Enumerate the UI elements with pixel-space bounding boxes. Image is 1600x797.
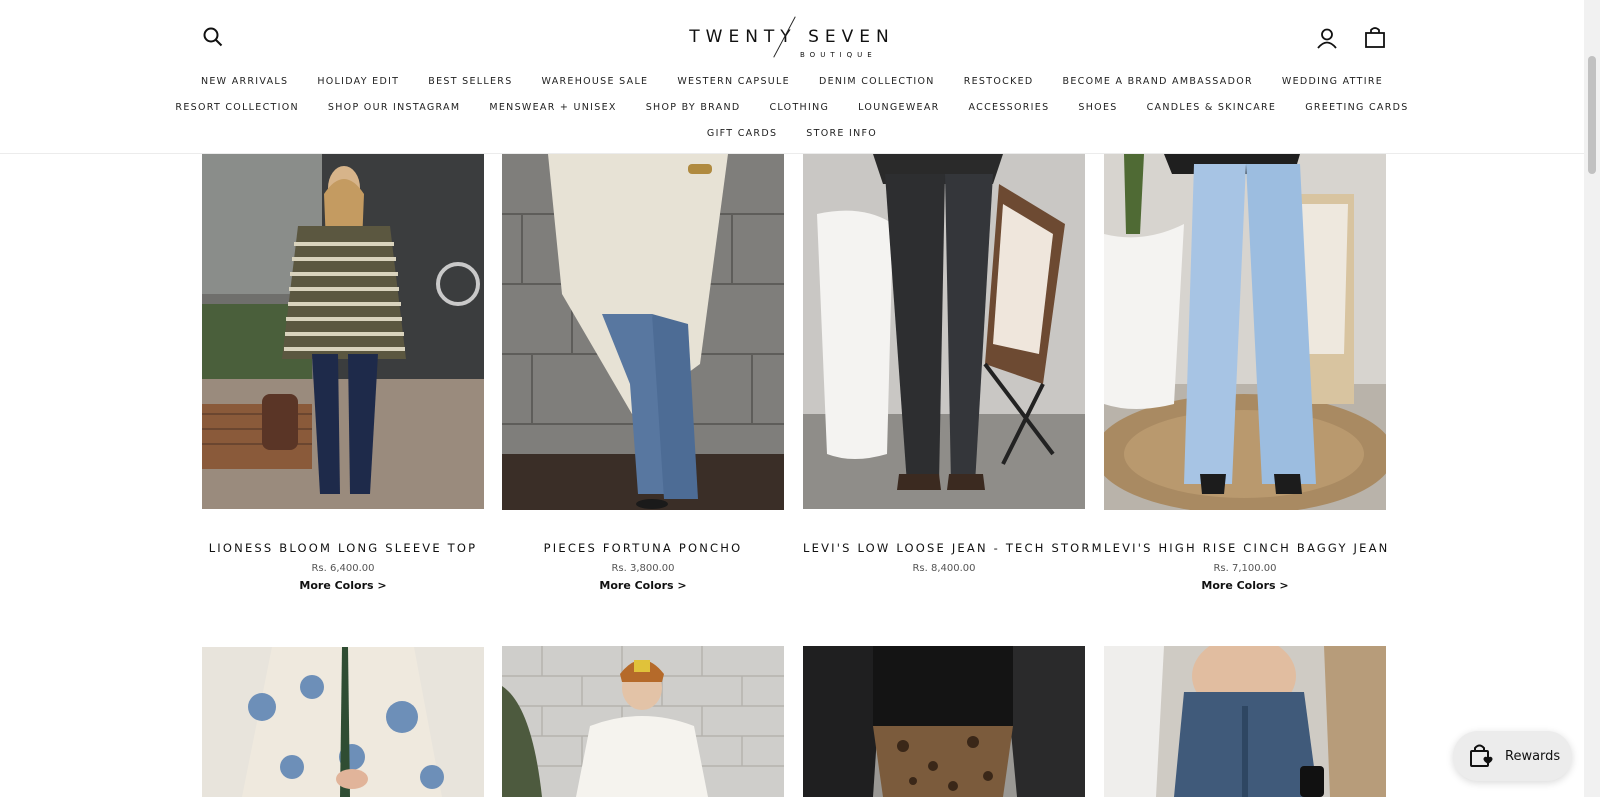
nav-item-wedding-attire[interactable]: WEDDING ATTIRE <box>1267 76 1397 87</box>
product-price: Rs. 8,400.00 <box>912 563 976 574</box>
brand-subtitle: BOUTIQUE <box>800 51 877 59</box>
rewards-button[interactable]: Rewards <box>1453 731 1572 781</box>
user-icon <box>1317 28 1337 49</box>
product-title[interactable]: PIECES FORTUNA PONCHO <box>502 541 784 555</box>
product-price: Rs. 6,400.00 <box>311 563 375 574</box>
brand-name: TWENTY SEVEN <box>689 27 895 47</box>
nav-item-western-capsule[interactable]: WESTERN CAPSULE <box>663 76 805 87</box>
nav-row: NEW ARRIVALS HOLIDAY EDIT BEST SELLERS W… <box>0 68 1584 94</box>
nav-item-new-arrivals[interactable]: NEW ARRIVALS <box>186 76 302 87</box>
more-colors-link[interactable]: More Colors > <box>202 579 484 592</box>
product-price: Rs. 3,800.00 <box>611 563 675 574</box>
nav-row: RESORT COLLECTION SHOP OUR INSTAGRAM MEN… <box>0 94 1584 120</box>
product-image[interactable] <box>502 646 784 797</box>
cart-button[interactable] <box>1360 22 1390 52</box>
main-navigation: NEW ARRIVALS HOLIDAY EDIT BEST SELLERS W… <box>0 68 1584 146</box>
nav-item-menswear-unisex[interactable]: MENSWEAR + UNISEX <box>475 102 631 113</box>
shopping-bag-icon <box>1365 27 1385 48</box>
more-colors-link[interactable]: More Colors > <box>1104 579 1386 592</box>
search-icon <box>203 27 223 47</box>
scrollbar-thumb[interactable] <box>1588 56 1596 174</box>
product-image[interactable] <box>1104 646 1386 797</box>
nav-item-denim-collection[interactable]: DENIM COLLECTION <box>804 76 949 87</box>
nav-item-store-info[interactable]: STORE INFO <box>792 128 892 139</box>
product-image[interactable] <box>502 154 784 510</box>
nav-row: GIFT CARDS STORE INFO <box>0 120 1584 146</box>
search-button[interactable] <box>200 24 226 50</box>
nav-item-restocked[interactable]: RESTOCKED <box>949 76 1048 87</box>
product-title[interactable]: LIONESS BLOOM LONG SLEEVE TOP <box>202 541 484 555</box>
product-image[interactable] <box>803 646 1085 797</box>
product-image[interactable] <box>202 647 484 797</box>
account-button[interactable] <box>1313 24 1341 52</box>
nav-item-greeting-cards[interactable]: GREETING CARDS <box>1291 102 1423 113</box>
nav-item-gift-cards[interactable]: GIFT CARDS <box>692 128 791 139</box>
nav-item-warehouse-sale[interactable]: WAREHOUSE SALE <box>527 76 663 87</box>
rewards-label: Rewards <box>1505 748 1561 764</box>
product-title[interactable]: LEVI'S HIGH RISE CINCH BAGGY JEAN <box>1104 541 1387 555</box>
nav-item-clothing[interactable]: CLOTHING <box>755 102 844 113</box>
nav-item-resort-collection[interactable]: RESORT COLLECTION <box>161 102 313 113</box>
site-header: TWENTY SEVEN BOUTIQUE NEW ARRIVALS HOLID… <box>0 0 1584 154</box>
nav-item-accessories[interactable]: ACCESSORIES <box>954 102 1064 113</box>
nav-item-brand-ambassador[interactable]: BECOME A BRAND AMBASSADOR <box>1048 76 1267 87</box>
nav-item-best-sellers[interactable]: BEST SELLERS <box>414 76 527 87</box>
nav-item-shop-by-brand[interactable]: SHOP BY BRAND <box>631 102 755 113</box>
product-image[interactable] <box>202 154 484 509</box>
brand-logo[interactable]: TWENTY SEVEN BOUTIQUE <box>672 10 912 62</box>
product-price: Rs. 7,100.00 <box>1213 563 1277 574</box>
shopping-bag-heart-icon <box>1470 744 1493 767</box>
nav-item-holiday-edit[interactable]: HOLIDAY EDIT <box>303 76 414 87</box>
page-scrollbar[interactable] <box>1584 0 1600 797</box>
more-colors-link[interactable]: More Colors > <box>502 579 784 592</box>
nav-item-candles-skincare[interactable]: CANDLES & SKINCARE <box>1132 102 1291 113</box>
product-image[interactable] <box>1104 154 1386 510</box>
nav-item-shop-our-instagram[interactable]: SHOP OUR INSTAGRAM <box>313 102 474 113</box>
product-title[interactable]: LEVI'S LOW LOOSE JEAN - TECH STORM <box>803 541 1102 555</box>
nav-item-loungewear[interactable]: LOUNGEWEAR <box>844 102 954 113</box>
nav-item-shoes[interactable]: SHOES <box>1064 102 1132 113</box>
product-image[interactable] <box>803 154 1085 509</box>
